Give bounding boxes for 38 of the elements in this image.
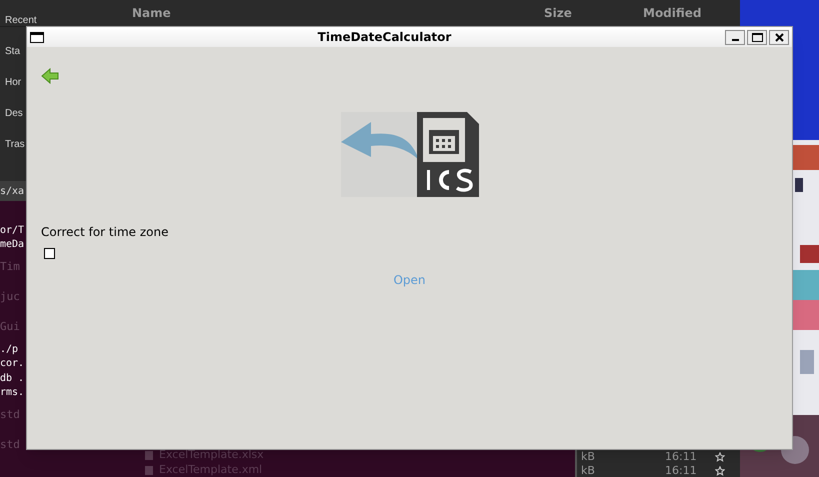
terminal-line: or/T [0, 224, 24, 238]
checkbox-label: Correct for time zone [41, 224, 170, 241]
file-modified: 16:11 [665, 462, 698, 477]
column-header[interactable]: Size [544, 4, 572, 22]
maximize-icon [752, 32, 762, 42]
terminal-tab[interactable]: s/xa [0, 181, 26, 201]
column-header[interactable]: Name [132, 4, 171, 22]
minimize-button[interactable] [725, 30, 745, 44]
file-modified: 16:11 [665, 448, 698, 465]
terminal-line: std [0, 436, 20, 453]
terminal-line: Gui [0, 318, 20, 335]
window-menu-icon[interactable] [30, 32, 44, 42]
time-zone-checkbox[interactable] [44, 248, 55, 259]
window-title: TimeDateCalculator [316, 29, 452, 46]
star-icon[interactable] [715, 452, 725, 462]
close-button[interactable] [769, 30, 789, 44]
terminal-line: std [0, 406, 20, 423]
minimize-icon [732, 38, 738, 40]
sidebar-item[interactable]: Tras [5, 139, 25, 151]
file-size: kB [580, 448, 596, 465]
close-icon [774, 32, 784, 42]
sidebar-item[interactable]: Sta [5, 46, 20, 58]
sidebar-item[interactable]: Des [5, 108, 23, 120]
terminal-line: ./p [0, 342, 18, 357]
sidebar-item[interactable]: Hor [5, 77, 22, 89]
sidebar-item[interactable]: Recent [5, 15, 37, 27]
star-icon[interactable] [715, 466, 725, 476]
import-calendar-icon[interactable] [340, 112, 478, 197]
terminal-line: cor. [0, 357, 24, 372]
maximize-button[interactable] [747, 30, 767, 44]
terminal-line: rms. [0, 386, 24, 400]
back-arrow-icon[interactable] [41, 68, 59, 84]
terminal-line: juc [0, 288, 20, 305]
column-header[interactable]: Modified [643, 4, 702, 22]
terminal-line: db . [0, 372, 24, 386]
terminal-line: Tim [0, 258, 20, 275]
terminal-line: meDa [0, 238, 24, 252]
file-size: kB [580, 462, 596, 477]
